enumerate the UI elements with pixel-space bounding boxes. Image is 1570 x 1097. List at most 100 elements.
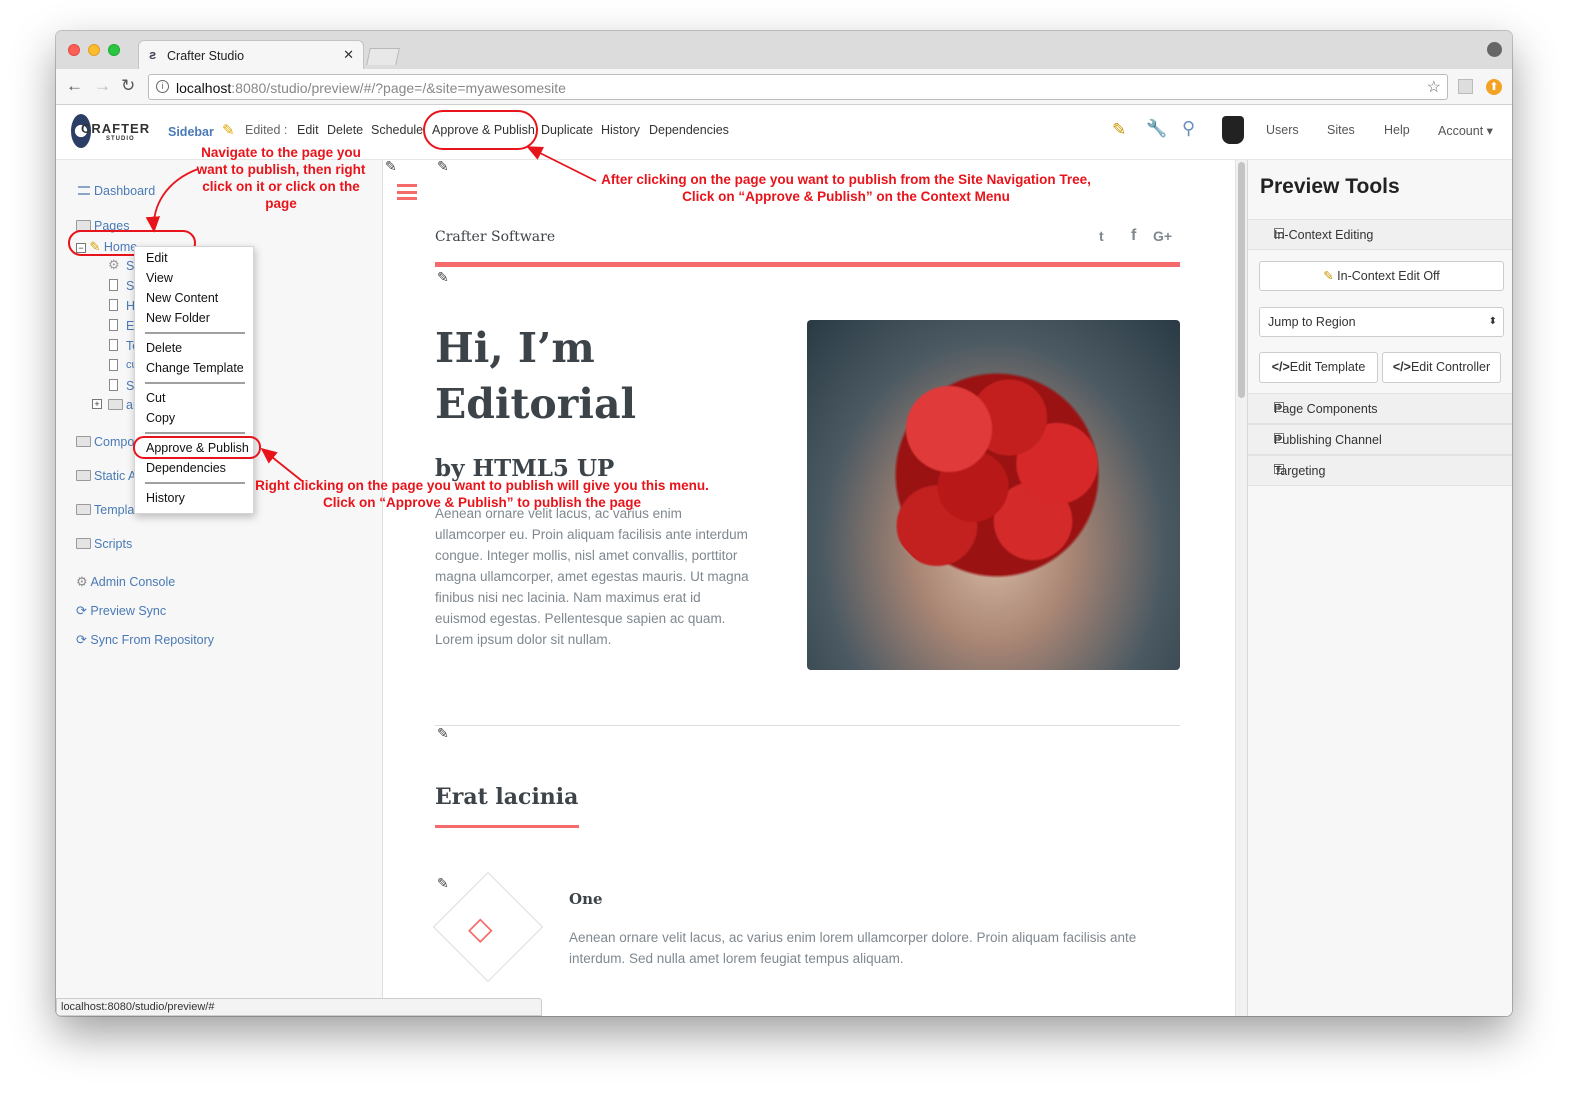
preview-sync-label: Preview Sync bbox=[90, 604, 167, 618]
profile-icon[interactable] bbox=[1487, 42, 1502, 57]
hero-title-line2: Editorial bbox=[435, 380, 637, 428]
sidebar-components[interactable]: Compo bbox=[76, 435, 134, 449]
ctx-change-template[interactable]: Change Template bbox=[146, 361, 244, 375]
hero-strawberries-image[interactable] bbox=[807, 320, 1180, 670]
address-bar[interactable]: i localhost:8080/studio/preview/#/?page=… bbox=[148, 74, 1448, 100]
avatar[interactable] bbox=[1222, 116, 1244, 144]
ctx-copy[interactable]: Copy bbox=[146, 411, 175, 425]
twitter-icon[interactable]: t bbox=[1099, 228, 1104, 244]
annotation-right-click-line2: Click on “Approve & Publish” to publish … bbox=[322, 495, 642, 510]
annotation-navigate: Navigate to the page you want to publish… bbox=[196, 145, 366, 211]
nav-sites[interactable]: Sites bbox=[1327, 123, 1355, 137]
ctx-history[interactable]: History bbox=[146, 491, 185, 505]
crafter-favicon-icon: ƨ bbox=[149, 47, 157, 62]
ctx-dependencies[interactable]: Dependencies bbox=[146, 461, 226, 475]
pencil-icon[interactable]: ✎ bbox=[437, 160, 449, 175]
logo-text: CRAFTER bbox=[81, 121, 151, 136]
edit-template-button[interactable]: </>Edit Template bbox=[1259, 352, 1378, 383]
wrench-icon[interactable]: 🔧 bbox=[1146, 119, 1167, 139]
sidebar-admin-console[interactable]: ⚙ Admin Console bbox=[76, 574, 175, 590]
action-delete[interactable]: Delete bbox=[327, 123, 363, 137]
close-window-button[interactable] bbox=[68, 44, 80, 56]
site-name[interactable]: Crafter Software bbox=[435, 229, 555, 245]
ctx-edit[interactable]: Edit bbox=[146, 251, 168, 265]
nav-account[interactable]: Account ▾ bbox=[1438, 123, 1493, 138]
sidebar-sync-repo[interactable]: ⟳ Sync From Repository bbox=[76, 632, 214, 648]
annotation-after-click-line2: Click on “Approve & Publish” on the Cont… bbox=[682, 189, 1010, 204]
file-icon bbox=[109, 299, 118, 311]
tab-close-icon[interactable]: ✕ bbox=[343, 47, 354, 63]
forward-arrow-icon[interactable]: → bbox=[94, 77, 111, 95]
browser-tab[interactable]: ƨ Crafter Studio ✕ bbox=[138, 40, 364, 69]
feature-title: One bbox=[569, 890, 603, 908]
sidebar-static-assets[interactable]: Static A bbox=[76, 469, 136, 483]
minimize-window-button[interactable] bbox=[88, 44, 100, 56]
ctx-new-folder[interactable]: New Folder bbox=[146, 311, 210, 325]
info-icon[interactable]: i bbox=[156, 80, 169, 93]
sidebar-scripts[interactable]: Scripts bbox=[76, 537, 132, 551]
nav-account-label: Account bbox=[1438, 124, 1484, 138]
facebook-icon[interactable]: f bbox=[1131, 227, 1136, 245]
sidebar-preview-sync[interactable]: ⟳ Preview Sync bbox=[76, 603, 166, 619]
in-context-editing-label: In-Context Editing bbox=[1274, 228, 1374, 242]
google-plus-icon[interactable]: G+ bbox=[1153, 228, 1172, 244]
status-bar: localhost:8080/studio/preview/# bbox=[56, 998, 542, 1016]
in-context-editing-header[interactable]: − In-Context Editing bbox=[1248, 219, 1512, 250]
in-context-edit-icon[interactable]: ✎ bbox=[1112, 120, 1126, 140]
tab-title: Crafter Studio bbox=[167, 49, 245, 63]
ctx-cut[interactable]: Cut bbox=[146, 391, 165, 405]
edit-template-label: Edit Template bbox=[1289, 360, 1366, 374]
page-components-header[interactable]: + Page Components bbox=[1248, 393, 1512, 424]
pencil-icon[interactable]: ✎ bbox=[437, 725, 449, 742]
jump-to-region-select[interactable]: Jump to Region ⬍ bbox=[1259, 307, 1504, 337]
section-divider bbox=[435, 725, 1180, 726]
edit-controller-label: Edit Controller bbox=[1410, 360, 1491, 374]
ctx-approve-highlight bbox=[133, 436, 261, 459]
edit-pencil-icon: ✎ bbox=[222, 122, 235, 139]
targeting-header[interactable]: + Targeting bbox=[1248, 455, 1512, 486]
annotation-right-click-line1: Right clicking on the page you want to p… bbox=[255, 478, 709, 493]
preview-scrollbar[interactable] bbox=[1235, 160, 1247, 1016]
preview-tools-title: Preview Tools bbox=[1260, 175, 1400, 198]
search-icon[interactable]: ⚲ bbox=[1182, 118, 1195, 139]
strawberry-cluster bbox=[877, 360, 1117, 590]
in-context-edit-toggle[interactable]: ✎ In-Context Edit Off bbox=[1259, 261, 1504, 291]
action-edit[interactable]: Edit bbox=[297, 123, 319, 137]
update-icon[interactable]: ⬆ bbox=[1486, 79, 1502, 95]
scroll-thumb[interactable] bbox=[1238, 162, 1245, 398]
maximize-window-button[interactable] bbox=[108, 44, 120, 56]
file-icon bbox=[109, 379, 118, 391]
ctx-new-content[interactable]: New Content bbox=[146, 291, 218, 305]
admin-console-label: Admin Console bbox=[90, 575, 176, 589]
ctx-view[interactable]: View bbox=[146, 271, 173, 285]
crafter-logo[interactable]: CRAFTER STUDIO bbox=[71, 112, 151, 152]
new-tab-button[interactable] bbox=[366, 48, 400, 65]
ctx-delete[interactable]: Delete bbox=[146, 341, 182, 355]
nav-help[interactable]: Help bbox=[1384, 123, 1410, 137]
publishing-channel-label: Publishing Channel bbox=[1274, 433, 1382, 447]
browser-window: ƨ Crafter Studio ✕ ← → ↻ i localhost:808… bbox=[56, 31, 1512, 1016]
back-arrow-icon[interactable]: ← bbox=[66, 77, 83, 95]
action-dependencies[interactable]: Dependencies bbox=[649, 123, 729, 137]
publishing-channel-header[interactable]: + Publishing Channel bbox=[1248, 424, 1512, 455]
pencil-icon[interactable]: ✎ bbox=[437, 269, 449, 286]
pencil-icon[interactable]: ✎ bbox=[385, 160, 397, 175]
expand-icon[interactable]: + bbox=[92, 399, 102, 409]
action-schedule[interactable]: Schedule bbox=[371, 123, 423, 137]
sidebar-dashboard[interactable]: Dashboard bbox=[78, 184, 155, 198]
hamburger-icon[interactable] bbox=[397, 184, 417, 200]
ctx-divider bbox=[145, 482, 245, 484]
ctx-divider bbox=[145, 382, 245, 384]
nav-users[interactable]: Users bbox=[1266, 123, 1299, 137]
file-icon bbox=[109, 319, 118, 331]
action-history[interactable]: History bbox=[601, 123, 640, 137]
sidebar-toggle[interactable]: Sidebar bbox=[168, 125, 214, 139]
pencil-icon[interactable]: ✎ bbox=[437, 875, 449, 892]
extension-icon[interactable] bbox=[1458, 79, 1473, 94]
page-components-label: Page Components bbox=[1274, 402, 1378, 416]
reload-icon[interactable]: ↻ bbox=[121, 77, 135, 95]
edit-controller-button[interactable]: </>Edit Controller bbox=[1382, 352, 1501, 383]
edit-toggle-label: In-Context Edit Off bbox=[1337, 269, 1440, 283]
action-duplicate[interactable]: Duplicate bbox=[541, 123, 593, 137]
star-icon[interactable]: ☆ bbox=[1427, 77, 1441, 97]
